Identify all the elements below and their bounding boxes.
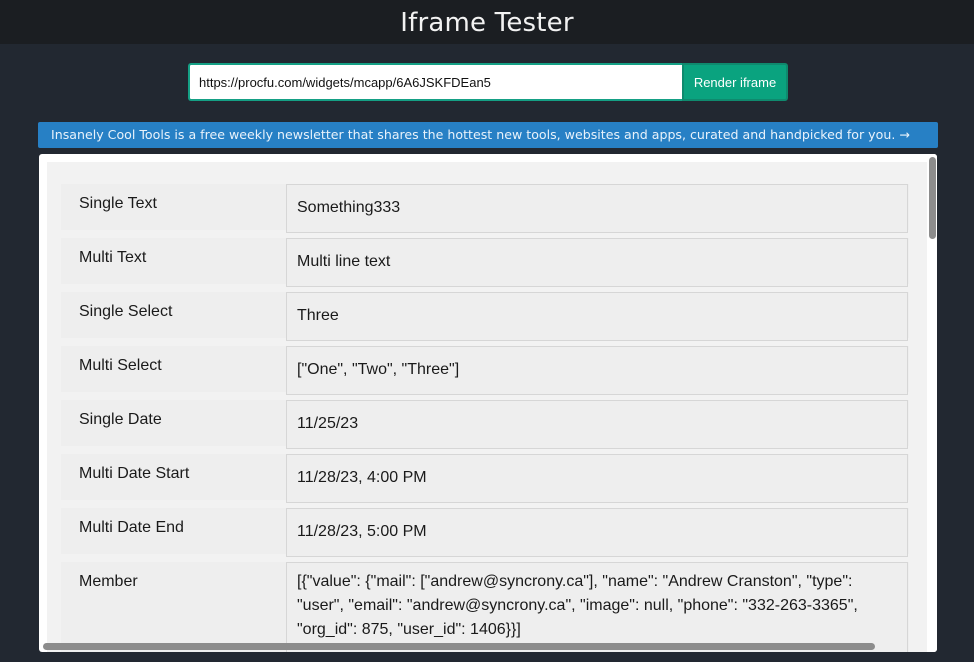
field-row-multi-date-end: Multi Date End 11/28/23, 5:00 PM xyxy=(61,508,909,557)
url-input[interactable] xyxy=(188,63,682,101)
field-row-single-text: Single Text Something333 xyxy=(61,184,909,233)
rendered-iframe[interactable]: Single Text Something333 Multi Text Mult… xyxy=(39,154,937,652)
page-title: Iframe Tester xyxy=(400,8,574,38)
field-row-member: Member [{"value": {"mail": ["andrew@sync… xyxy=(61,562,909,652)
field-value: ["One", "Two", "Three"] xyxy=(286,346,908,395)
field-value: [{"value": {"mail": ["andrew@syncrony.ca… xyxy=(286,562,908,652)
vertical-scrollbar[interactable] xyxy=(928,154,937,652)
field-label: Multi Text xyxy=(79,249,147,266)
field-value: 11/25/23 xyxy=(286,400,908,449)
vertical-scroll-thumb[interactable] xyxy=(929,157,936,239)
field-row-single-date: Single Date 11/25/23 xyxy=(61,400,909,449)
field-row-multi-text: Multi Text Multi line text xyxy=(61,238,909,287)
field-label: Multi Select xyxy=(79,357,162,374)
field-row-multi-select: Multi Select ["One", "Two", "Three"] xyxy=(61,346,909,395)
app-header: Iframe Tester xyxy=(0,0,974,44)
field-row-multi-date-start: Multi Date Start 11/28/23, 4:00 PM xyxy=(61,454,909,503)
field-label: Multi Date Start xyxy=(79,465,190,482)
field-value: Multi line text xyxy=(286,238,908,287)
field-value: Something333 xyxy=(286,184,908,233)
field-label: Single Text xyxy=(79,195,157,212)
field-value: 11/28/23, 4:00 PM xyxy=(286,454,908,503)
field-label: Single Select xyxy=(79,303,173,320)
render-iframe-button[interactable]: Render iframe xyxy=(682,63,788,101)
field-value: 11/28/23, 5:00 PM xyxy=(286,508,908,557)
form-panel: Single Text Something333 Multi Text Mult… xyxy=(47,162,927,652)
horizontal-scroll-thumb[interactable] xyxy=(43,643,875,650)
field-label: Multi Date End xyxy=(79,519,184,536)
newsletter-banner-link[interactable]: Insanely Cool Tools is a free weekly new… xyxy=(38,122,938,148)
field-label: Single Date xyxy=(79,411,162,428)
field-label: Member xyxy=(79,573,138,590)
field-row-single-select: Single Select Three xyxy=(61,292,909,341)
field-value: Three xyxy=(286,292,908,341)
